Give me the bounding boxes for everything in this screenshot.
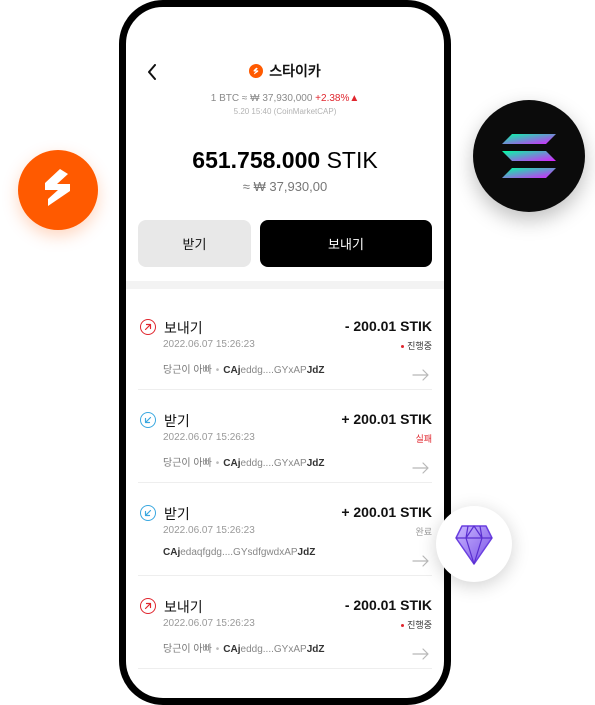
stik-brand-logo: [18, 150, 98, 230]
diamond-gem-logo: [436, 506, 512, 582]
status-label: 완료: [415, 527, 432, 537]
separator-dot: •: [215, 365, 220, 376]
status-label: 진행중: [407, 620, 432, 630]
balance-value: 651.758.000: [192, 147, 321, 173]
balance-unit: STIK: [326, 147, 378, 173]
transaction-type: 보내기: [164, 599, 203, 615]
transaction-status: 완료: [415, 525, 432, 538]
status-dot: [401, 345, 405, 349]
transaction-date: 2022.06.07 15:26:23: [163, 618, 255, 629]
transaction-row[interactable]: 보내기 2022.06.07 15:26:23 - 200.01 STIK 진행중당근…: [126, 297, 444, 390]
transaction-status: 진행중: [401, 339, 432, 352]
section-divider: [126, 281, 444, 289]
rate-source: 5.20 15:40 (CoinMarketCAP): [233, 107, 337, 116]
transaction-counterparty: 당근이 아빠 • CAjeddg....GYxAPJdZ: [163, 361, 324, 376]
arrow-down-left-circle-icon: [140, 412, 156, 428]
receive-button[interactable]: 받기: [138, 220, 251, 267]
transaction-date: 2022.06.07 15:26:23: [163, 525, 255, 536]
rate-change: +2.38%▲: [315, 93, 360, 104]
transaction-status: 진행중: [401, 618, 432, 631]
top-bar: 스타이카: [126, 57, 444, 87]
counterparty-name: 당근이 아빠: [163, 458, 212, 469]
status-dot: [401, 624, 405, 628]
counterparty-name: 당근이 아빠: [163, 365, 212, 376]
address-tail: JdZ: [306, 365, 325, 376]
status-label: 진행중: [407, 341, 432, 351]
balance-amount: 651.758.000 STIK: [126, 147, 444, 174]
arrow-up-right-circle-icon: [140, 598, 156, 614]
address-middle: edaqfgdg....GYsdfgwdxAP: [180, 547, 298, 558]
phone-frame: 스타이카 1 BTC ≈ ₩ 37,930,000 +2.38%▲ 5.20 1…: [119, 0, 451, 705]
transaction-counterparty: 당근이 아빠 • CAjeddg....GYxAPJdZ: [163, 454, 324, 469]
transaction-row[interactable]: 받기 2022.06.07 15:26:23 + 200.01 STIK 실패당근이 …: [126, 390, 444, 483]
transaction-counterparty: CAjedaqfgdg....GYsdfgwdxAPJdZ: [163, 547, 315, 558]
wallet-address: CAjedaqfgdg....GYsdfgwdxAPJdZ: [163, 547, 315, 558]
address-head: CAj: [163, 547, 181, 558]
page-title-group: 스타이카: [126, 61, 444, 81]
send-button[interactable]: 보내기: [260, 220, 432, 267]
arrow-right-icon[interactable]: [412, 555, 430, 567]
separator-dot: •: [215, 644, 220, 655]
wallet-screen: 스타이카 1 BTC ≈ ₩ 37,930,000 +2.38%▲ 5.20 1…: [126, 7, 444, 698]
transaction-counterparty: 당근이 아빠 • CAjeddg....GYxAPJdZ: [163, 640, 324, 655]
balance-krw: ≈ ₩ 37,930,00: [242, 179, 328, 194]
arrow-right-icon[interactable]: [412, 648, 430, 660]
transaction-status: 실패: [415, 432, 432, 445]
transaction-row[interactable]: 받기 2022.06.07 15:26:23 + 200.01 STIK 완료 CAje…: [126, 483, 444, 576]
transaction-type: 보내기: [164, 320, 203, 336]
rate-value: 1 BTC ≈ ₩ 37,930,000: [210, 93, 313, 104]
wallet-address: CAjeddg....GYxAPJdZ: [223, 365, 324, 376]
transaction-type: 받기: [164, 506, 190, 522]
arrow-right-icon[interactable]: [412, 369, 430, 381]
transaction-row[interactable]: 보내기 2022.06.07 15:26:23 - 200.01 STIK 진행중당근…: [126, 576, 444, 669]
address-tail: JdZ: [297, 547, 316, 558]
status-label: 실패: [415, 434, 432, 444]
transaction-amount: + 200.01 STIK: [341, 411, 432, 427]
wallet-address: CAjeddg....GYxAPJdZ: [223, 644, 324, 655]
transaction-type: 받기: [164, 413, 190, 429]
stik-logo-icon: [249, 64, 264, 78]
separator-dot: •: [215, 458, 220, 469]
address-head: CAj: [223, 365, 241, 376]
exchange-rate: 1 BTC ≈ ₩ 37,930,000 +2.38%▲: [126, 93, 444, 104]
arrow-up-right-circle-icon: [140, 319, 156, 335]
arrow-right-icon[interactable]: [412, 462, 430, 474]
solana-logo: [473, 100, 585, 212]
address-middle: eddg....GYxAP: [240, 644, 307, 655]
transaction-date: 2022.06.07 15:26:23: [163, 432, 255, 443]
address-head: CAj: [223, 644, 241, 655]
address-tail: JdZ: [306, 644, 325, 655]
arrow-down-left-circle-icon: [140, 505, 156, 521]
address-head: CAj: [223, 458, 241, 469]
page-title: 스타이카: [269, 63, 321, 79]
transaction-amount: - 200.01 STIK: [344, 318, 432, 334]
transaction-amount: + 200.01 STIK: [341, 504, 432, 520]
row-divider: [138, 668, 432, 669]
address-middle: eddg....GYxAP: [240, 458, 307, 469]
address-tail: JdZ: [306, 458, 325, 469]
transaction-date: 2022.06.07 15:26:23: [163, 339, 255, 350]
transaction-amount: - 200.01 STIK: [344, 597, 432, 613]
wallet-address: CAjeddg....GYxAPJdZ: [223, 458, 324, 469]
counterparty-name: 당근이 아빠: [163, 644, 212, 655]
address-middle: eddg....GYxAP: [240, 365, 307, 376]
